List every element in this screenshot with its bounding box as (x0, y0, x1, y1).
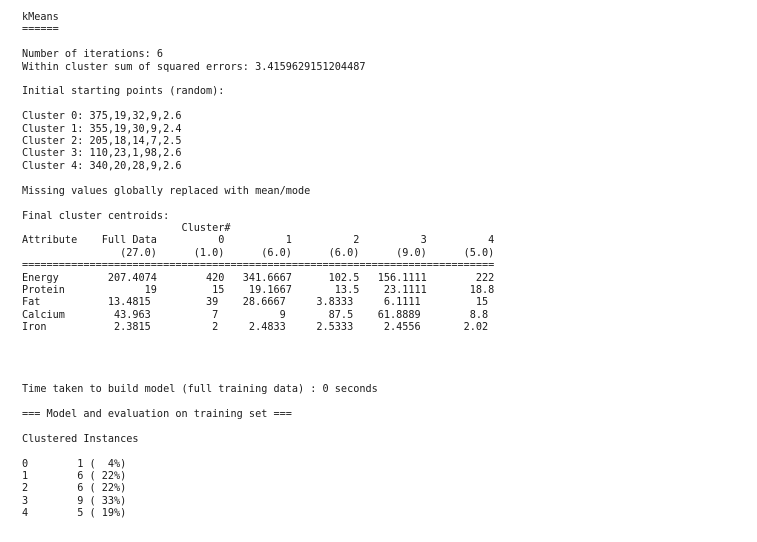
output-line: Iron 2.3815 2 2.4833 2.5333 2.4556 2.02 (22, 322, 489, 334)
output-line: Time taken to build model (full training… (22, 384, 378, 396)
output-line: Cluster 0: 375,19,32,9,2.6 (22, 111, 182, 123)
output-line: Cluster# (22, 222, 231, 234)
output-line: Cluster 2: 205,18,14,7,2.5 (22, 136, 182, 148)
output-line: 2 6 ( 22%) (22, 483, 127, 495)
output-line: Cluster 1: 355,19,30,9,2.4 (22, 123, 182, 135)
output-line: Number of iterations: 6 (22, 49, 164, 61)
output-line: Within cluster sum of squared errors: 3.… (22, 61, 366, 73)
output-line: ========================================… (22, 260, 495, 272)
output-line: Energy 207.4074 420 341.6667 102.5 156.1… (22, 272, 495, 284)
output-line: 0 1 ( 4%) (22, 458, 127, 470)
output-line: Cluster 3: 110,23,1,98,2.6 (22, 148, 182, 160)
output-line: Clustered Instances (22, 433, 139, 445)
output-line: Missing values globally replaced with me… (22, 185, 311, 197)
output-line: kMeans (22, 12, 59, 23)
output-line: (27.0) (1.0) (6.0) (6.0) (9.0) (5.0) (22, 247, 495, 259)
output-line: 4 5 ( 19%) (22, 508, 127, 520)
clusterer-output-text: kMeans ====== Number of iterations: 6 Wi… (22, 12, 494, 521)
output-line: Fat 13.4815 39 28.6667 3.8333 6.1111 15 (22, 297, 489, 309)
output-line: Calcium 43.963 7 9 87.5 61.8889 8.8 (22, 309, 489, 321)
output-line: Initial starting points (random): (22, 86, 225, 98)
output-line: Protein 19 15 19.1667 13.5 23.1111 18.8 (22, 284, 495, 296)
output-line: 1 6 ( 22%) (22, 471, 127, 483)
output-line: Cluster 4: 340,20,28,9,2.6 (22, 160, 182, 172)
output-line: Attribute Full Data 0 1 2 3 4 (22, 235, 495, 247)
output-line: 3 9 ( 33%) (22, 495, 127, 507)
output-line: === Model and evaluation on training set… (22, 409, 292, 420)
output-line: ====== (22, 24, 59, 36)
output-line: Final cluster centroids: (22, 210, 170, 222)
